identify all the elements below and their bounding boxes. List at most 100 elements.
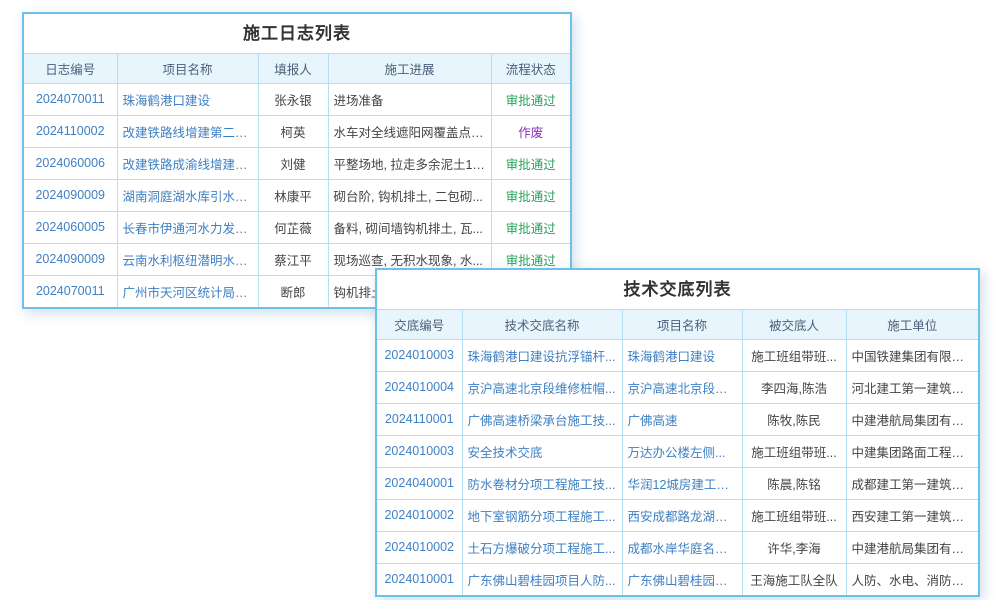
log-project-name-link[interactable]: 长春市伊通河水力发电厂... xyxy=(117,211,258,243)
log-table-row: 2024060005 长春市伊通河水力发电厂... 何芷薇 备料, 砌间墙钩机排… xyxy=(24,211,570,243)
log-reporter-cell: 张永银 xyxy=(258,83,328,115)
disclosure-table-row: 2024010001 广东佛山碧桂园项目人防... 广东佛山碧桂园项目 王海施工… xyxy=(377,563,978,595)
disclosure-project-name-link[interactable]: 成都水岸华庭名苑... xyxy=(622,531,742,563)
disclosure-table-row: 2024010002 地下室钢筋分项工程施工... 西安成都路龙湖上... 施工… xyxy=(377,499,978,531)
disclosure-project-name-link[interactable]: 万达办公楼左侧... xyxy=(622,435,742,467)
log-status-badge: 审批通过 xyxy=(491,179,570,211)
disclosure-unit-cell: 中国铁建集团有限公司 xyxy=(846,339,978,371)
disclosure-table-row: 2024010004 京沪高速北京段维修桩帽... 京沪高速北京段维修 李四海,… xyxy=(377,371,978,403)
log-reporter-cell: 何芷薇 xyxy=(258,211,328,243)
disclosure-header-row: 交底编号 技术交底名称 项目名称 被交底人 施工单位 xyxy=(377,310,978,339)
log-project-name-link[interactable]: 广州市天河区统计局机房... xyxy=(117,275,258,307)
disclosure-receiver-cell: 许华,李海 xyxy=(742,531,846,563)
disclosure-id-link[interactable]: 2024010004 xyxy=(377,371,462,403)
construction-log-panel: 施工日志列表 日志编号 项目名称 填报人 施工进展 流程状态 202407001… xyxy=(22,12,572,309)
technical-disclosure-title: 技术交底列表 xyxy=(377,270,978,310)
disclosure-project-name-link[interactable]: 广东佛山碧桂园项目 xyxy=(622,563,742,595)
disclosure-table-row: 2024010002 土石方爆破分项工程施工... 成都水岸华庭名苑... 许华… xyxy=(377,531,978,563)
disclosure-receiver-cell: 王海施工队全队 xyxy=(742,563,846,595)
disclosure-id-link[interactable]: 2024010002 xyxy=(377,531,462,563)
log-progress-cell: 平整场地, 拉走多余泥土15... xyxy=(328,147,491,179)
log-project-name-link[interactable]: 珠海鹤港口建设 xyxy=(117,83,258,115)
log-progress-cell: 进场准备 xyxy=(328,83,491,115)
disclosure-name-link[interactable]: 广东佛山碧桂园项目人防... xyxy=(462,563,622,595)
log-table-row: 2024060006 改建铁路成渝线增建第二... 刘健 平整场地, 拉走多余泥… xyxy=(24,147,570,179)
page: 施工日志列表 日志编号 项目名称 填报人 施工进展 流程状态 202407001… xyxy=(0,0,1000,600)
disclosure-id-link[interactable]: 2024010003 xyxy=(377,435,462,467)
log-project-name-link[interactable]: 改建铁路成渝线增建第二... xyxy=(117,147,258,179)
disclosure-name-link[interactable]: 防水卷材分项工程施工技... xyxy=(462,467,622,499)
log-reporter-cell: 蔡江平 xyxy=(258,243,328,275)
log-id-link[interactable]: 2024090009 xyxy=(24,243,117,275)
disclosure-project-name-link[interactable]: 珠海鹤港口建设 xyxy=(622,339,742,371)
disclosure-table-row: 2024110001 广佛高速桥梁承台施工技... 广佛高速 陈牧,陈民 中建港… xyxy=(377,403,978,435)
log-id-link[interactable]: 2024110002 xyxy=(24,115,117,147)
disclosure-unit-cell: 成都建工第一建筑有... xyxy=(846,467,978,499)
disclosure-receiver-cell: 陈晨,陈铭 xyxy=(742,467,846,499)
log-reporter-cell: 断郎 xyxy=(258,275,328,307)
disclosure-unit-cell: 中建港航局集团有限... xyxy=(846,403,978,435)
disclosure-column-header-receiver: 被交底人 xyxy=(742,310,846,339)
log-progress-cell: 水车对全线遮阳网覆盖点进... xyxy=(328,115,491,147)
disclosure-name-link[interactable]: 土石方爆破分项工程施工... xyxy=(462,531,622,563)
disclosure-receiver-cell: 陈牧,陈民 xyxy=(742,403,846,435)
log-table-row: 2024090009 湖南洞庭湖水库引水工程... 林康平 砌台阶, 钩机排土,… xyxy=(24,179,570,211)
disclosure-receiver-cell: 施工班组带班... xyxy=(742,499,846,531)
log-status-badge: 审批通过 xyxy=(491,83,570,115)
disclosure-receiver-cell: 李四海,陈浩 xyxy=(742,371,846,403)
construction-log-title: 施工日志列表 xyxy=(24,14,570,54)
disclosure-project-name-link[interactable]: 华润12城房建工程... xyxy=(622,467,742,499)
disclosure-unit-cell: 河北建工第一建筑有... xyxy=(846,371,978,403)
disclosure-receiver-cell: 施工班组带班... xyxy=(742,435,846,467)
log-column-header-reporter: 填报人 xyxy=(258,54,328,83)
disclosure-name-link[interactable]: 京沪高速北京段维修桩帽... xyxy=(462,371,622,403)
disclosure-id-link[interactable]: 2024010003 xyxy=(377,339,462,371)
technical-disclosure-table: 交底编号 技术交底名称 项目名称 被交底人 施工单位 2024010003 珠海… xyxy=(377,310,978,595)
disclosure-id-link[interactable]: 2024110001 xyxy=(377,403,462,435)
log-column-header-status: 流程状态 xyxy=(491,54,570,83)
log-table-row: 2024110002 改建铁路线增建第二线直... 柯英 水车对全线遮阳网覆盖点… xyxy=(24,115,570,147)
log-reporter-cell: 刘健 xyxy=(258,147,328,179)
disclosure-id-link[interactable]: 2024010001 xyxy=(377,563,462,595)
log-project-name-link[interactable]: 湖南洞庭湖水库引水工程... xyxy=(117,179,258,211)
log-reporter-cell: 林康平 xyxy=(258,179,328,211)
disclosure-receiver-cell: 施工班组带班... xyxy=(742,339,846,371)
disclosure-project-name-link[interactable]: 京沪高速北京段维修 xyxy=(622,371,742,403)
disclosure-table-body: 2024010003 珠海鹤港口建设抗浮锚杆... 珠海鹤港口建设 施工班组带班… xyxy=(377,339,978,595)
disclosure-unit-cell: 中建港航局集团有限... xyxy=(846,531,978,563)
disclosure-unit-cell: 人防、水电、消防暖通... xyxy=(846,563,978,595)
log-status-badge: 审批通过 xyxy=(491,211,570,243)
disclosure-table-row: 2024010003 珠海鹤港口建设抗浮锚杆... 珠海鹤港口建设 施工班组带班… xyxy=(377,339,978,371)
disclosure-unit-cell: 中建集团路面工程有... xyxy=(846,435,978,467)
disclosure-column-header-project: 项目名称 xyxy=(622,310,742,339)
log-id-link[interactable]: 2024070011 xyxy=(24,83,117,115)
log-progress-cell: 砌台阶, 钩机排土, 二包砌... xyxy=(328,179,491,211)
log-id-link[interactable]: 2024090009 xyxy=(24,179,117,211)
disclosure-unit-cell: 西安建工第一建筑有... xyxy=(846,499,978,531)
log-id-link[interactable]: 2024070011 xyxy=(24,275,117,307)
log-progress-cell: 备料, 砌间墙钩机排土, 瓦... xyxy=(328,211,491,243)
log-table-row: 2024070011 珠海鹤港口建设 张永银 进场准备 审批通过 xyxy=(24,83,570,115)
disclosure-name-link[interactable]: 广佛高速桥梁承台施工技... xyxy=(462,403,622,435)
disclosure-project-name-link[interactable]: 西安成都路龙湖上... xyxy=(622,499,742,531)
disclosure-id-link[interactable]: 2024040001 xyxy=(377,467,462,499)
log-column-header-progress: 施工进展 xyxy=(328,54,491,83)
log-project-name-link[interactable]: 云南水利枢纽潜明水库一... xyxy=(117,243,258,275)
disclosure-table-row: 2024010003 安全技术交底 万达办公楼左侧... 施工班组带班... 中… xyxy=(377,435,978,467)
disclosure-project-name-link[interactable]: 广佛高速 xyxy=(622,403,742,435)
log-status-badge: 作废 xyxy=(491,115,570,147)
log-header-row: 日志编号 项目名称 填报人 施工进展 流程状态 xyxy=(24,54,570,83)
log-column-header-id: 日志编号 xyxy=(24,54,117,83)
disclosure-name-link[interactable]: 地下室钢筋分项工程施工... xyxy=(462,499,622,531)
disclosure-id-link[interactable]: 2024010002 xyxy=(377,499,462,531)
disclosure-column-header-unit: 施工单位 xyxy=(846,310,978,339)
disclosure-name-link[interactable]: 安全技术交底 xyxy=(462,435,622,467)
log-id-link[interactable]: 2024060005 xyxy=(24,211,117,243)
disclosure-column-header-id: 交底编号 xyxy=(377,310,462,339)
disclosure-column-header-name: 技术交底名称 xyxy=(462,310,622,339)
log-column-header-project: 项目名称 xyxy=(117,54,258,83)
log-id-link[interactable]: 2024060006 xyxy=(24,147,117,179)
log-project-name-link[interactable]: 改建铁路线增建第二线直... xyxy=(117,115,258,147)
disclosure-name-link[interactable]: 珠海鹤港口建设抗浮锚杆... xyxy=(462,339,622,371)
technical-disclosure-panel: 技术交底列表 交底编号 技术交底名称 项目名称 被交底人 施工单位 202401… xyxy=(375,268,980,597)
